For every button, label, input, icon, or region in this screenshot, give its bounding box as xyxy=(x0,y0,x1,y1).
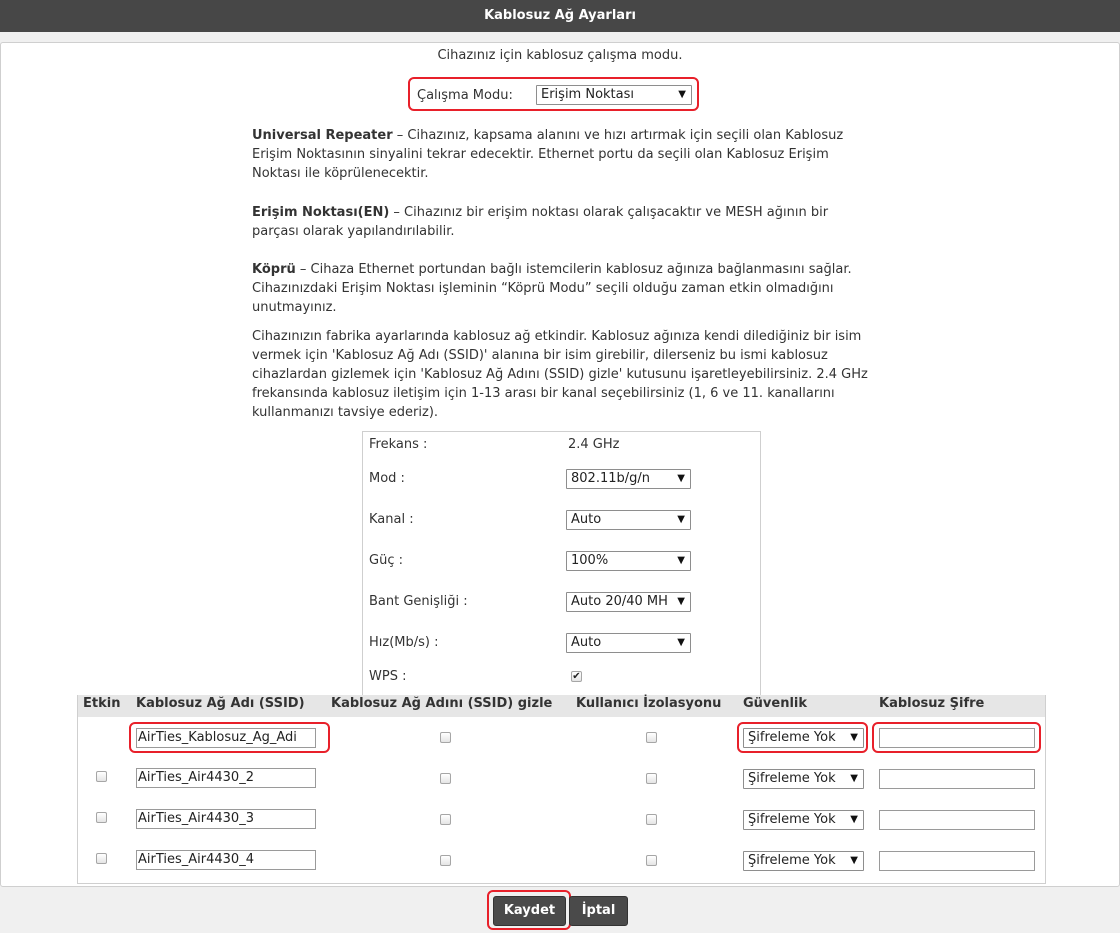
security-select[interactable]: Şifreleme Yok ▼ xyxy=(743,810,864,830)
wireless-mode-select[interactable]: 802.11b/g/n ▼ xyxy=(566,469,691,489)
bridge-text: – Cihaza Ethernet portundan bağlı istemc… xyxy=(252,262,852,315)
chevron-down-icon: ▼ xyxy=(850,855,858,866)
hide-ssid-checkbox[interactable] xyxy=(440,773,451,784)
rate-select[interactable]: Auto ▼ xyxy=(566,633,691,653)
factory-description: Cihazınızın fabrika ayarlarında kablosuz… xyxy=(252,329,868,420)
mode-setting-label: Mod : xyxy=(369,471,405,486)
bridge-description: Köprü – Cihaza Ethernet portundan bağlı … xyxy=(252,260,872,317)
chevron-down-icon: ▼ xyxy=(850,732,858,743)
enable-checkbox[interactable] xyxy=(96,853,107,864)
intro-text: Cihazınız için kablosuz çalışma modu. xyxy=(437,48,683,63)
mode-label: Çalışma Modu: xyxy=(417,88,513,103)
header-hide-ssid: Kablosuz Ağ Adını (SSID) gizle xyxy=(331,696,553,711)
mode-select[interactable]: Erişim Noktası ▼ xyxy=(536,85,692,105)
ssid-input[interactable]: AirTies_Air4430_2 xyxy=(136,768,316,788)
password-input[interactable] xyxy=(879,769,1035,789)
rate-label: Hız(Mb/s) : xyxy=(369,635,439,650)
chevron-down-icon: ▼ xyxy=(850,773,858,784)
page-title: Kablosuz Ağ Ayarları xyxy=(484,8,636,23)
wireless-mode-value: 802.11b/g/n xyxy=(571,471,650,486)
ssid-input[interactable]: AirTies_Air4430_3 xyxy=(136,809,316,829)
frequency-value: 2.4 GHz xyxy=(568,437,620,452)
hide-ssid-checkbox[interactable] xyxy=(440,732,451,743)
isolation-checkbox[interactable] xyxy=(646,855,657,866)
chevron-down-icon: ▼ xyxy=(850,814,858,825)
wps-checkbox[interactable]: ✔ xyxy=(571,671,582,682)
radio-settings-box xyxy=(362,431,761,696)
chevron-down-icon: ▼ xyxy=(677,473,685,484)
ap-title: Erişim Noktası(EN) xyxy=(252,205,390,220)
channel-value: Auto xyxy=(571,512,602,527)
security-select[interactable]: Şifreleme Yok ▼ xyxy=(743,728,864,748)
bandwidth-value: Auto 20/40 MH xyxy=(571,594,668,609)
chevron-down-icon: ▼ xyxy=(677,514,685,525)
isolation-checkbox[interactable] xyxy=(646,773,657,784)
page-header: Kablosuz Ağ Ayarları xyxy=(0,0,1120,32)
security-select[interactable]: Şifreleme Yok ▼ xyxy=(743,851,864,871)
mode-select-value: Erişim Noktası xyxy=(541,87,635,102)
header-password: Kablosuz Şifre xyxy=(879,696,985,711)
power-value: 100% xyxy=(571,553,609,568)
wps-label: WPS : xyxy=(369,669,407,684)
power-select[interactable]: 100% ▼ xyxy=(566,551,691,571)
bandwidth-label: Bant Genişliği : xyxy=(369,594,468,609)
isolation-checkbox[interactable] xyxy=(646,814,657,825)
header-enabled: Etkin xyxy=(83,696,121,711)
repeater-description: Universal Repeater – Cihazınız, kapsama … xyxy=(252,126,872,183)
channel-select[interactable]: Auto ▼ xyxy=(566,510,691,530)
header-ssid: Kablosuz Ağ Adı (SSID) xyxy=(136,696,305,711)
security-value: Şifreleme Yok xyxy=(748,853,836,868)
header-isolation: Kullanıcı İzolasyonu xyxy=(576,696,722,711)
rate-value: Auto xyxy=(571,635,602,650)
ap-description: Erişim Noktası(EN) – Cihazınız bir erişi… xyxy=(252,203,872,241)
enable-checkbox[interactable] xyxy=(96,812,107,823)
security-value: Şifreleme Yok xyxy=(748,812,836,827)
chevron-down-icon: ▼ xyxy=(677,555,685,566)
cancel-button[interactable]: İptal xyxy=(569,896,628,926)
hide-ssid-checkbox[interactable] xyxy=(440,814,451,825)
enable-checkbox[interactable] xyxy=(96,771,107,782)
security-select[interactable]: Şifreleme Yok ▼ xyxy=(743,769,864,789)
chevron-down-icon: ▼ xyxy=(677,637,685,648)
chevron-down-icon: ▼ xyxy=(678,89,686,100)
save-button[interactable]: Kaydet xyxy=(493,896,566,926)
password-input[interactable] xyxy=(879,728,1035,748)
ssid-input[interactable]: AirTies_Kablosuz_Ag_Adi xyxy=(136,728,316,748)
chevron-down-icon: ▼ xyxy=(677,596,685,607)
channel-label: Kanal : xyxy=(369,512,414,527)
security-value: Şifreleme Yok xyxy=(748,730,836,745)
bridge-title: Köprü xyxy=(252,262,296,277)
password-input[interactable] xyxy=(879,810,1035,830)
checkmark-icon: ✔ xyxy=(572,671,581,682)
bandwidth-select[interactable]: Auto 20/40 MH ▼ xyxy=(566,592,691,612)
repeater-title: Universal Repeater xyxy=(252,128,393,143)
header-security: Güvenlik xyxy=(743,696,808,711)
hide-ssid-checkbox[interactable] xyxy=(440,855,451,866)
power-label: Güç : xyxy=(369,553,403,568)
security-value: Şifreleme Yok xyxy=(748,771,836,786)
frequency-label: Frekans : xyxy=(369,437,428,452)
password-input[interactable] xyxy=(879,851,1035,871)
isolation-checkbox[interactable] xyxy=(646,732,657,743)
ssid-input[interactable]: AirTies_Air4430_4 xyxy=(136,850,316,870)
